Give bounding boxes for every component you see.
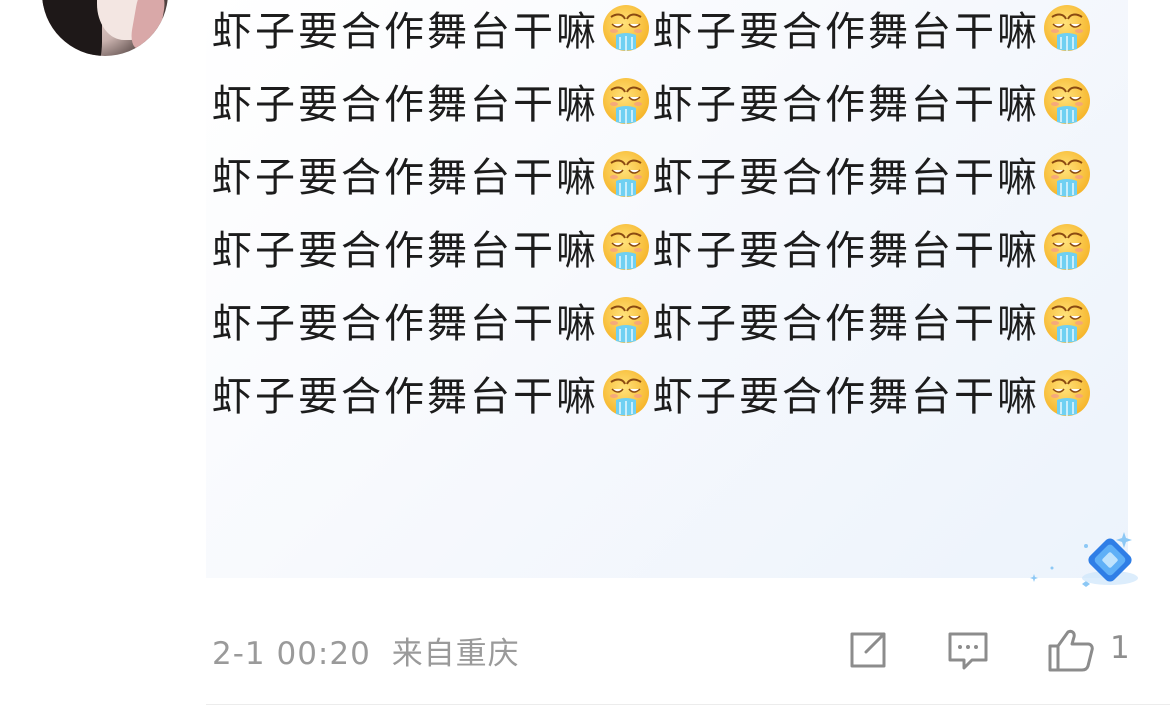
comment-text-segment: 虾子要合作舞台干嘛 — [653, 374, 1040, 420]
drooling-face-icon — [1044, 151, 1090, 197]
drooling-face-icon — [1044, 224, 1090, 270]
comment-text-segment: 虾子要合作舞台干嘛 — [653, 9, 1040, 55]
divider — [206, 704, 1170, 705]
comment-text-segment: 虾子要合作舞台干嘛 — [212, 82, 599, 128]
comment-icon[interactable] — [946, 628, 990, 672]
drooling-face-icon — [603, 370, 649, 416]
share-icon[interactable] — [846, 628, 890, 672]
drooling-face-icon — [1044, 5, 1090, 51]
drooling-face-icon — [603, 5, 649, 51]
drooling-face-icon — [603, 224, 649, 270]
comment-text-segment: 虾子要合作舞台干嘛 — [212, 155, 599, 201]
comment-text: 虾子要合作舞台干嘛 虾子要合作舞台干嘛虾子要合作舞台干嘛 虾子要合作舞台干嘛虾子要合… — [212, 0, 1112, 434]
location: 来自重庆 — [391, 636, 520, 672]
comment-text-segment: 虾子要合作舞台干嘛 — [653, 301, 1040, 347]
drooling-face-icon — [603, 78, 649, 124]
comment-text-segment: 虾子要合作舞台干嘛 — [653, 228, 1040, 274]
drooling-face-icon — [1044, 78, 1090, 124]
drooling-face-icon — [1044, 297, 1090, 343]
comment-text-segment: 虾子要合作舞台干嘛 — [653, 82, 1040, 128]
drooling-face-icon — [603, 297, 649, 343]
avatar[interactable] — [42, 0, 168, 56]
comment-meta: 2-1 00:20 来自重庆 — [212, 628, 520, 673]
comment-text-segment: 虾子要合作舞台干嘛 — [212, 228, 599, 274]
thumbs-up-icon[interactable] — [1046, 628, 1096, 672]
comment-text-segment: 虾子要合作舞台干嘛 — [212, 9, 599, 55]
drooling-face-icon — [603, 151, 649, 197]
timestamp: 2-1 00:20 — [212, 636, 371, 672]
comment-text-segment: 虾子要合作舞台干嘛 — [212, 301, 599, 347]
comment-text-segment: 虾子要合作舞台干嘛 — [212, 374, 599, 420]
drooling-face-icon — [1044, 370, 1090, 416]
comment-text-segment: 虾子要合作舞台干嘛 — [653, 155, 1040, 201]
like-count: 1 — [1110, 630, 1130, 666]
diamond-badge-icon — [1030, 532, 1138, 587]
